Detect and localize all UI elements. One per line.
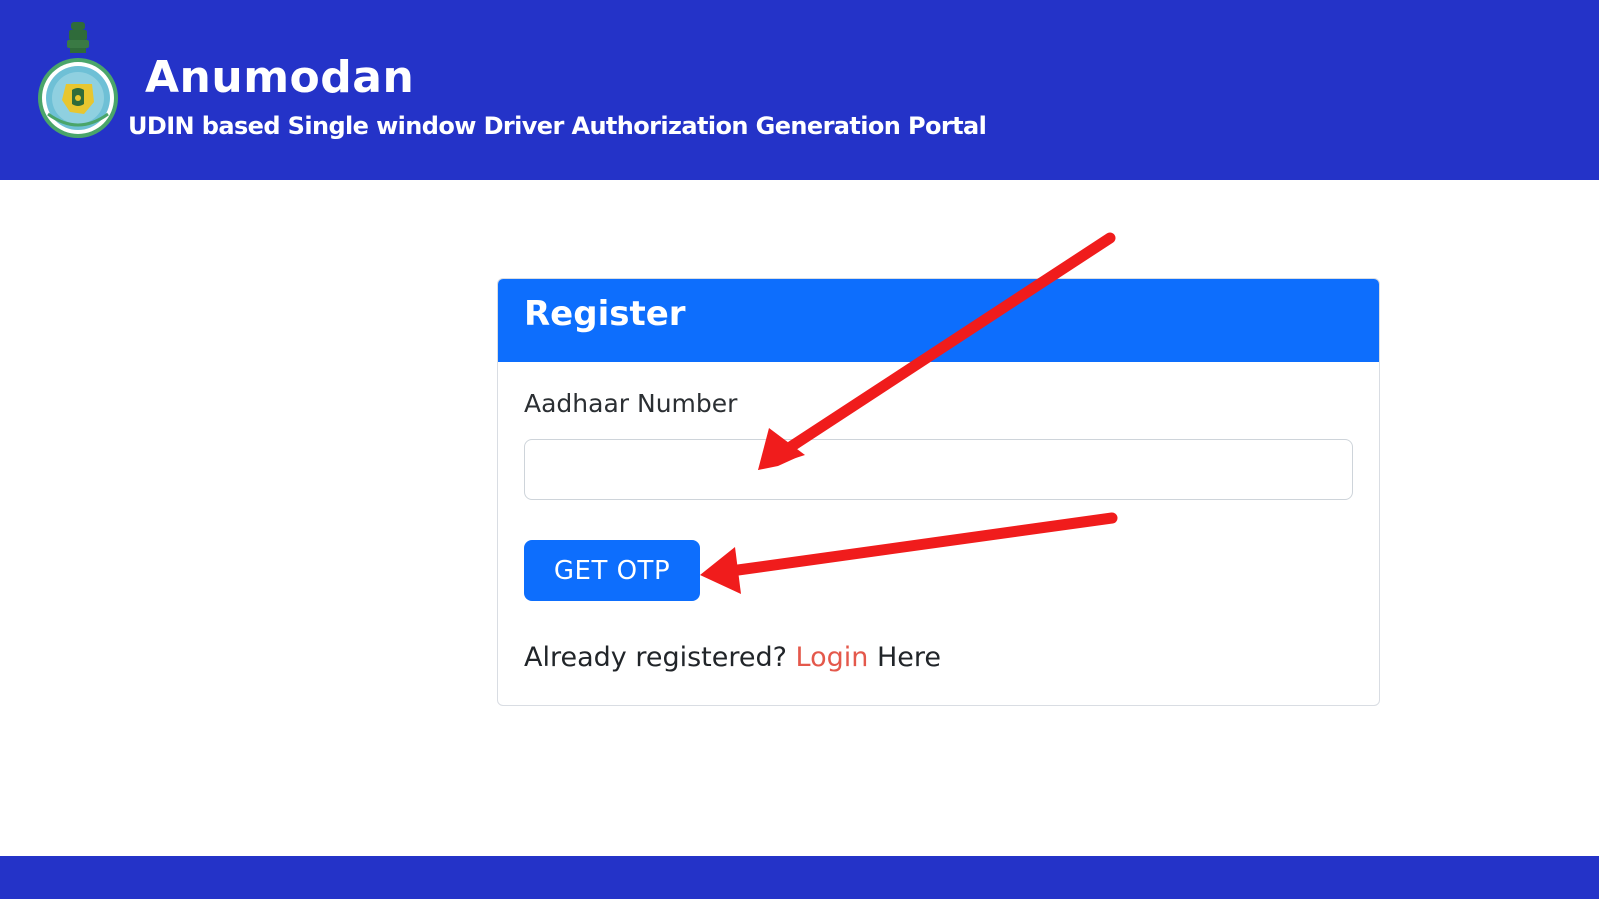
site-subtitle: UDIN based Single window Driver Authoriz…	[128, 112, 987, 140]
west-bengal-emblem-icon	[38, 22, 118, 138]
aadhaar-label: Aadhaar Number	[524, 389, 738, 418]
page: Anumodan UDIN based Single window Driver…	[0, 0, 1599, 899]
register-title: Register	[524, 294, 686, 334]
register-form: Aadhaar Number GET OTP Already registere…	[498, 362, 1379, 705]
site-header: Anumodan UDIN based Single window Driver…	[0, 0, 1599, 180]
already-registered-text: Already registered?	[524, 642, 787, 673]
login-link[interactable]: Login	[796, 642, 869, 673]
login-prompt: Already registered? Login Here	[524, 640, 941, 676]
site-title: Anumodan	[145, 52, 415, 103]
aadhaar-number-input[interactable]	[524, 439, 1353, 500]
login-suffix-text: Here	[876, 642, 942, 673]
register-card-header: Register	[498, 279, 1379, 362]
site-footer	[0, 856, 1599, 899]
get-otp-button[interactable]: GET OTP	[524, 540, 700, 601]
register-card: Register Aadhaar Number GET OTP Already …	[497, 278, 1380, 706]
